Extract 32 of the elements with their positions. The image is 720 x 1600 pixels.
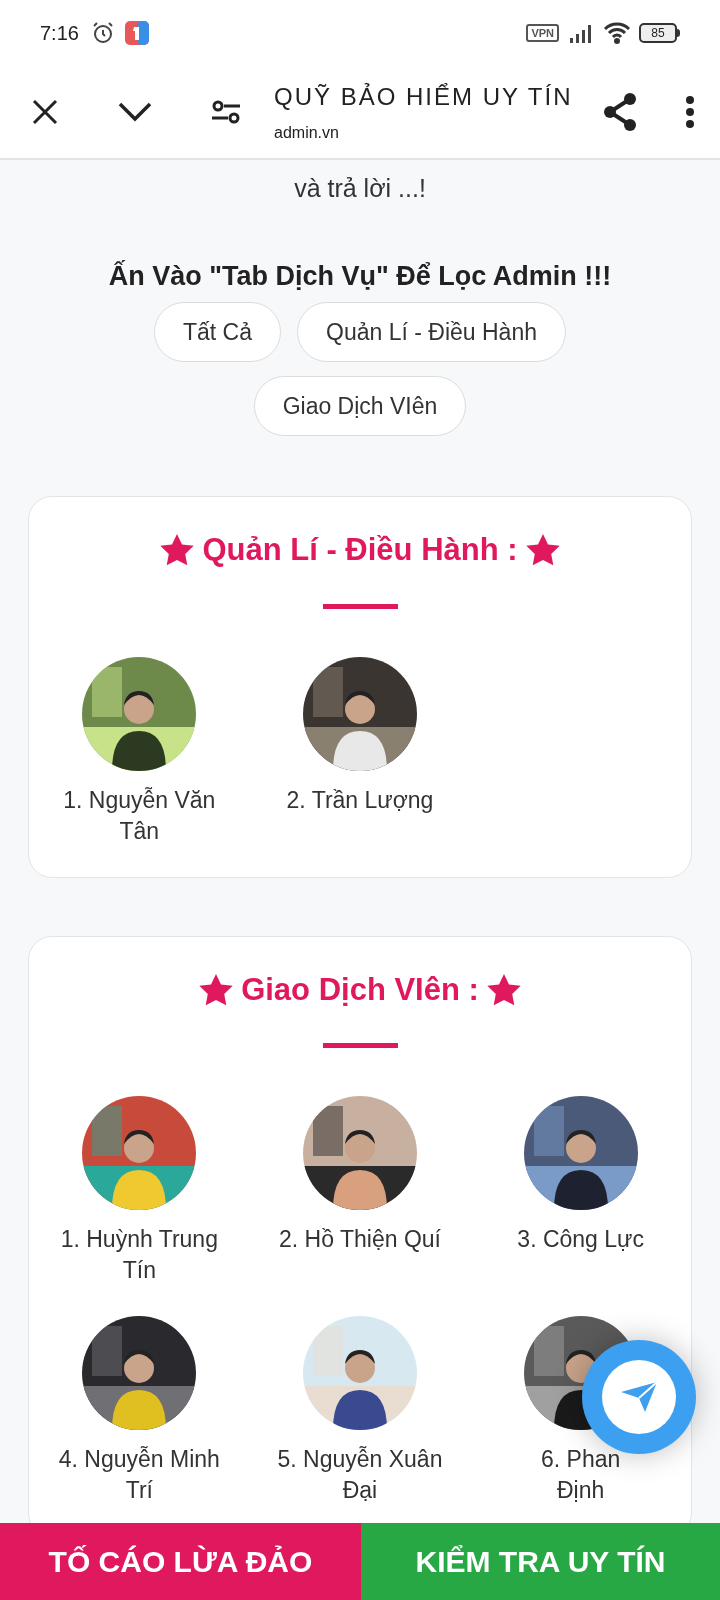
filter-tab[interactable]: Quản Lí - Điều Hành — [297, 302, 566, 362]
filter-heading: Ấn Vào "Tab Dịch Vụ" Để Lọc Admin !!! — [108, 259, 612, 293]
page-title: QUỸ BẢO HIỂM UY TÍN — [274, 82, 574, 112]
star-icon — [160, 534, 195, 567]
wifi-icon — [603, 22, 631, 44]
battery-icon: 85 — [639, 23, 680, 43]
share-icon — [603, 93, 637, 131]
member-name: 2. Trần Lượng — [286, 785, 434, 815]
app-icon — [124, 21, 149, 45]
close-icon — [30, 97, 60, 127]
filter-tab[interactable]: Giao Dịch VIên — [253, 376, 467, 436]
report-button[interactable]: TỐ CÁO LỪA ĐẢO — [0, 1523, 361, 1600]
member-name: 2. Hồ Thiện Quí — [279, 1225, 441, 1254]
member-name: 3. Công Lực — [517, 1225, 644, 1254]
star-icon — [199, 973, 234, 1006]
status-time: 7:16 — [40, 21, 79, 46]
section-title: Giao Dịch VIên : — [241, 970, 479, 1009]
member-name: 5. Nguyễn Xuân Đại — [276, 1445, 444, 1505]
member-name: 4. Nguyễn Minh Trí — [57, 1445, 221, 1505]
page-url: admin.vn — [274, 123, 340, 143]
member-name: 1. Huỳnh Trung Tín — [59, 1225, 219, 1285]
section-title: Quản Lí - Điều Hành : — [202, 531, 518, 569]
vpn-badge: VPN — [526, 24, 559, 42]
star-icon — [486, 973, 521, 1006]
settings-icon — [211, 100, 241, 124]
chevron-down-icon — [118, 102, 152, 122]
star-icon — [525, 534, 560, 567]
member-name: 6. Phan Định — [541, 1445, 621, 1505]
intro-text: và trả lời ...! — [294, 173, 426, 204]
menu-icon — [685, 96, 695, 128]
member-name: 1. Nguyễn Văn Tân — [62, 785, 217, 846]
filter-tab[interactable]: Tất Cả — [154, 302, 282, 362]
